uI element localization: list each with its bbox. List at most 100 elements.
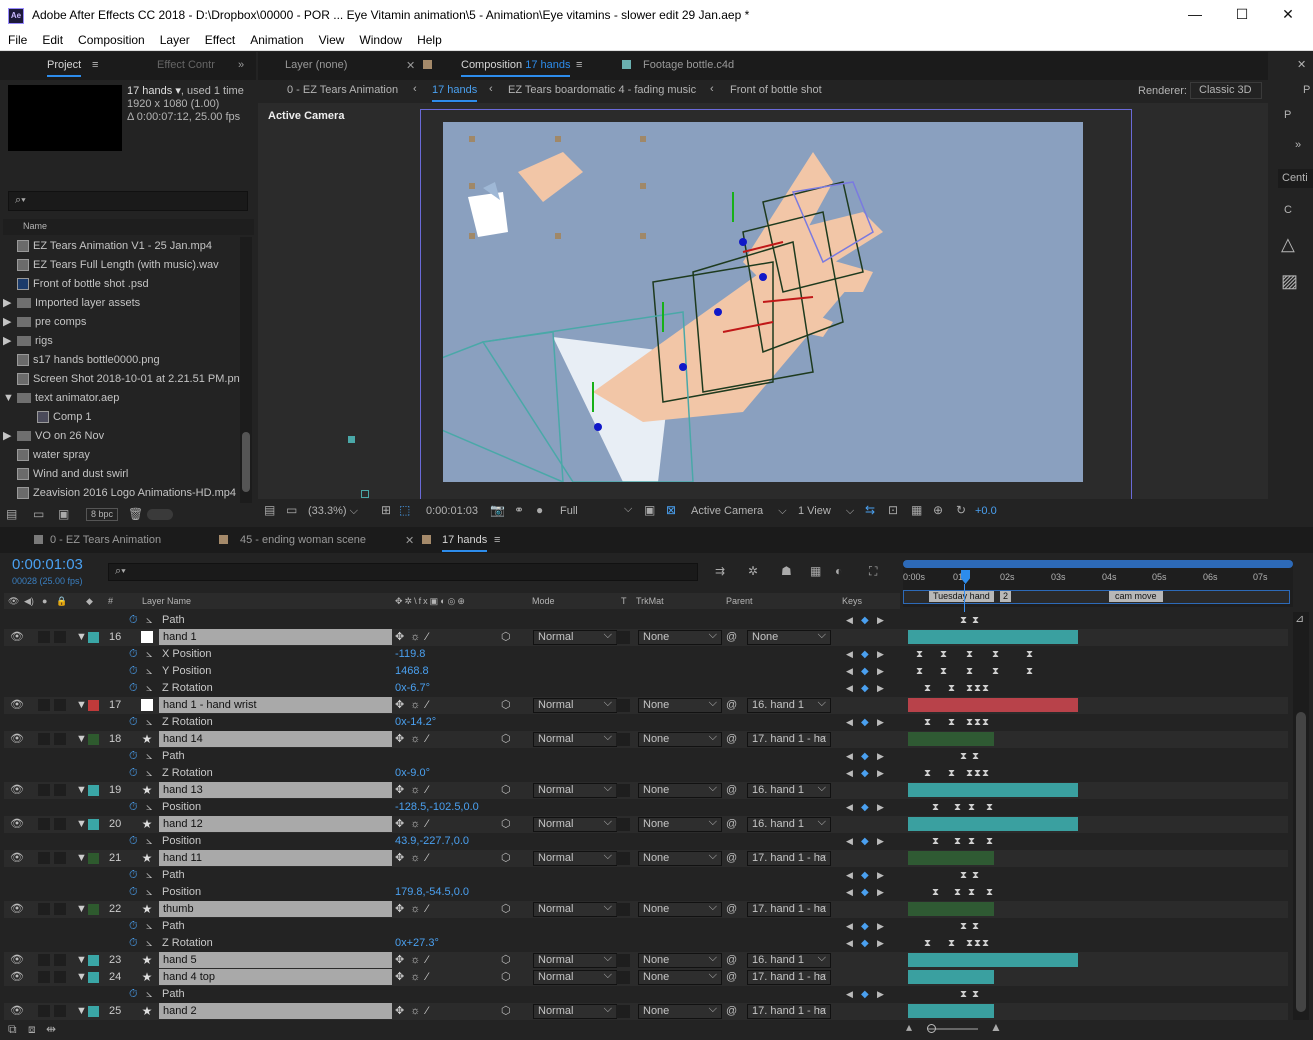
- scroll-thumb[interactable]: [1296, 712, 1306, 1012]
- prev-keyframe-icon[interactable]: ◀: [846, 748, 853, 765]
- exposure-value[interactable]: +0.0: [975, 505, 997, 517]
- panel-menu-icon[interactable]: ≡: [92, 59, 98, 71]
- 3d-layer-icon[interactable]: ⬡: [501, 629, 511, 646]
- label-color[interactable]: [88, 819, 99, 830]
- col-trkmat[interactable]: TrkMat: [636, 593, 664, 609]
- tab-effect-controls[interactable]: Effect Contr: [157, 59, 215, 71]
- toggle-switch[interactable]: [147, 509, 173, 520]
- next-keyframe-icon[interactable]: ▶: [877, 833, 884, 850]
- mode-dropdown[interactable]: Normal: [533, 629, 617, 645]
- trkmat-dropdown[interactable]: None: [638, 1003, 722, 1019]
- trkmat-dropdown[interactable]: None: [638, 952, 722, 968]
- lock-toggle[interactable]: [54, 971, 66, 983]
- camera-select[interactable]: Active Camera ⌵: [691, 505, 787, 518]
- panel-menu-icon[interactable]: ≡: [576, 59, 582, 71]
- bpc-button[interactable]: 8 bpc: [86, 508, 118, 521]
- graph-icon[interactable]: ⦣: [146, 646, 152, 663]
- layer-row[interactable]: 👁 ▼ 23 ★ hand 5✥☼⁄ ⬡ Normal None@16. hand 1: [4, 952, 1288, 969]
- toggle-pixel-icon[interactable]: ⇆: [865, 503, 875, 517]
- label-color[interactable]: [88, 972, 99, 983]
- parent-dropdown[interactable]: 17. hand 1 - ha: [747, 850, 831, 866]
- viewer-timecode[interactable]: 0:00:01:03: [426, 505, 478, 517]
- layer-duration-bar[interactable]: [908, 902, 994, 916]
- 3d-layer-icon[interactable]: ⬡: [501, 1003, 511, 1020]
- property-value[interactable]: 0x-14.2°: [395, 714, 436, 731]
- layer-duration-bar[interactable]: [908, 783, 1078, 797]
- lock-toggle[interactable]: [54, 1005, 66, 1017]
- preserve-transparency[interactable]: [616, 954, 630, 967]
- add-keyframe-icon[interactable]: ◆: [861, 986, 869, 1003]
- panel-expand-icon[interactable]: »: [1295, 139, 1301, 151]
- keyframe[interactable]: ⧗: [1026, 646, 1033, 663]
- solo-toggle[interactable]: [38, 903, 50, 915]
- list-item[interactable]: ▶ VO on 26 Nov: [3, 427, 236, 446]
- keyframe[interactable]: ⧗: [986, 799, 993, 816]
- stopwatch-icon[interactable]: ⏱: [129, 884, 138, 901]
- property-value[interactable]: 43.9,-227.7,0.0: [395, 833, 469, 850]
- reset-exposure-icon[interactable]: ↻: [956, 503, 966, 517]
- keyframe[interactable]: ⧗: [924, 765, 931, 782]
- tab-footage[interactable]: Footage bottle.c4d: [643, 59, 734, 71]
- toggle-modes-icon[interactable]: ⧈: [28, 1022, 36, 1037]
- lock-toggle[interactable]: [54, 631, 66, 643]
- motion-blur-icon[interactable]: ◐: [835, 564, 842, 578]
- audio-switch-icon[interactable]: ◀): [24, 593, 34, 609]
- prev-keyframe-icon[interactable]: ◀: [846, 918, 853, 935]
- graph-editor-icon[interactable]: ⛶: [869, 564, 877, 579]
- stopwatch-icon[interactable]: ⏱: [129, 867, 138, 884]
- draft-3d-icon[interactable]: ✲: [748, 564, 758, 578]
- property-value[interactable]: 179.8,-54.5,0.0: [395, 884, 469, 901]
- layer-duration-bar[interactable]: [908, 970, 994, 984]
- property-value[interactable]: 1468.8: [395, 663, 429, 680]
- col-mode[interactable]: Mode: [532, 593, 555, 609]
- layer-name[interactable]: hand 11: [159, 850, 392, 866]
- solo-toggle[interactable]: [38, 1005, 50, 1017]
- always-preview-icon[interactable]: ▤: [264, 503, 275, 517]
- layer-handle[interactable]: [469, 136, 475, 142]
- prev-keyframe-icon[interactable]: ◀: [846, 714, 853, 731]
- list-item[interactable]: Front of bottle shot .psd: [3, 275, 236, 294]
- next-keyframe-icon[interactable]: ▶: [877, 799, 884, 816]
- keyframe[interactable]: ⧗: [960, 748, 967, 765]
- pickwhip-icon[interactable]: @: [726, 782, 737, 799]
- parent-dropdown[interactable]: 17. hand 1 - ha: [747, 901, 831, 917]
- stopwatch-icon[interactable]: ⏱: [129, 646, 138, 663]
- 3d-layer-icon[interactable]: ⬡: [501, 850, 511, 867]
- parent-dropdown[interactable]: 16. hand 1: [747, 782, 831, 798]
- label-color[interactable]: [88, 632, 99, 643]
- layer-switches[interactable]: ✥☼⁄: [395, 901, 434, 918]
- eye-icon[interactable]: 👁: [10, 901, 24, 918]
- tab-project[interactable]: Project: [47, 59, 82, 77]
- solo-toggle[interactable]: [38, 699, 50, 711]
- label-color[interactable]: [88, 904, 99, 915]
- add-keyframe-icon[interactable]: ◆: [861, 680, 869, 697]
- 3d-layer-icon[interactable]: ⬡: [501, 969, 511, 986]
- keyframe[interactable]: ⧗: [960, 986, 967, 1003]
- layer-row[interactable]: 👁 ▼ 25 ★ hand 2✥☼⁄ ⬡ Normal None@17. hand 1 - h…: [4, 1003, 1288, 1020]
- graph-icon[interactable]: ⦣: [146, 680, 152, 697]
- layer-handle[interactable]: [469, 183, 475, 189]
- layer-row[interactable]: 👁 ▼ 17 hand 1 - hand wrist✥☼⁄ ⬡ Normal None@16…: [4, 697, 1288, 714]
- right-panel-item[interactable]: P: [1303, 84, 1310, 96]
- keyframe[interactable]: ⧗: [974, 935, 981, 952]
- keyframe[interactable]: ⧗: [940, 646, 947, 663]
- graph-icon[interactable]: ⦣: [146, 663, 152, 680]
- keyframe[interactable]: ⧗: [1026, 663, 1033, 680]
- property-value[interactable]: 0x+27.3°: [395, 935, 439, 952]
- current-time[interactable]: 0:00:01:03: [12, 556, 83, 573]
- property-row[interactable]: ⏱ ⦣ Position -128.5,-102.5,0.0 ◀ ◆ ▶ ⧗ ⧗ ⧗ ⧗: [4, 799, 1288, 816]
- preserve-transparency[interactable]: [616, 971, 630, 984]
- renderer-button[interactable]: Classic 3D: [1190, 82, 1262, 99]
- transparency-grid-icon[interactable]: ⊠: [666, 503, 676, 517]
- render-time-icon[interactable]: ⇹: [46, 1022, 56, 1036]
- expand-arrow-icon[interactable]: ▼: [76, 697, 87, 714]
- 3d-layer-icon[interactable]: ⬡: [501, 697, 511, 714]
- marker[interactable]: cam move: [1109, 591, 1163, 602]
- layer-row[interactable]: 👁 ▼ 19 ★ hand 13✥☼⁄ ⬡ Normal None@16. hand 1: [4, 782, 1288, 799]
- menu-view[interactable]: View: [311, 31, 352, 47]
- parent-dropdown[interactable]: 17. hand 1 - ha: [747, 731, 831, 747]
- keyframe[interactable]: ⧗: [948, 765, 955, 782]
- mode-dropdown[interactable]: Normal: [533, 901, 617, 917]
- stopwatch-icon[interactable]: ⏱: [129, 918, 138, 935]
- property-row[interactable]: ⏱ ⦣ Path ◀ ◆ ▶ ⧗ ⧗: [4, 612, 1288, 629]
